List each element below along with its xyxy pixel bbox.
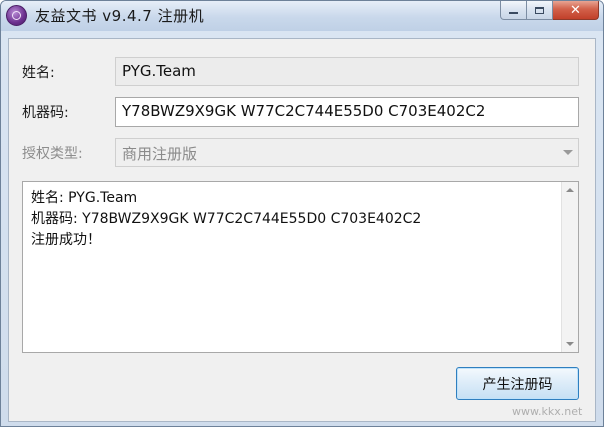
app-icon [6, 5, 27, 26]
chevron-down-icon [563, 150, 573, 155]
output-line-machine-code: 机器码: Y78BWZ9X9GK W77C2C744E55D0 C703E402… [31, 211, 422, 227]
name-label: 姓名: [22, 65, 55, 81]
close-button[interactable]: ✕ [553, 1, 599, 20]
machine-code-input[interactable]: Y78BWZ9X9GK W77C2C744E55D0 C703E402C2 [115, 97, 579, 127]
scroll-up-icon[interactable] [566, 188, 574, 192]
license-type-select[interactable]: 商用注册版 [115, 138, 579, 167]
keygen-window: 友益文书 v9.4.7 注册机 ✕ 姓名: PYG.Team 机器码: Y78B… [0, 0, 604, 427]
maximize-button[interactable] [527, 1, 553, 20]
output-line-name: 姓名: PYG.Team [31, 190, 138, 206]
client-area: 姓名: PYG.Team 机器码: Y78BWZ9X9GK W77C2C744E… [8, 38, 596, 422]
minimize-button[interactable] [500, 1, 527, 20]
license-type-value: 商用注册版 [122, 145, 198, 163]
machine-code-label: 机器码: [22, 105, 69, 121]
vertical-scrollbar[interactable] [561, 182, 578, 352]
output-line-status: 注册成功！ [31, 232, 101, 248]
window-title: 友益文书 v9.4.7 注册机 [35, 7, 205, 25]
license-type-label: 授权类型: [22, 146, 83, 162]
title-bar[interactable]: 友益文书 v9.4.7 注册机 ✕ [1, 1, 603, 31]
maximize-icon [535, 6, 544, 14]
close-icon: ✕ [570, 2, 581, 18]
output-textarea[interactable]: 姓名: PYG.Team 机器码: Y78BWZ9X9GK W77C2C744E… [22, 181, 579, 353]
scroll-down-icon[interactable] [566, 342, 574, 346]
watermark-text: www.kkx.net [512, 405, 583, 418]
generate-key-button[interactable]: 产生注册码 [456, 367, 579, 400]
caption-buttons: ✕ [500, 1, 599, 21]
minimize-icon [509, 12, 518, 14]
name-field[interactable]: PYG.Team [115, 57, 579, 86]
